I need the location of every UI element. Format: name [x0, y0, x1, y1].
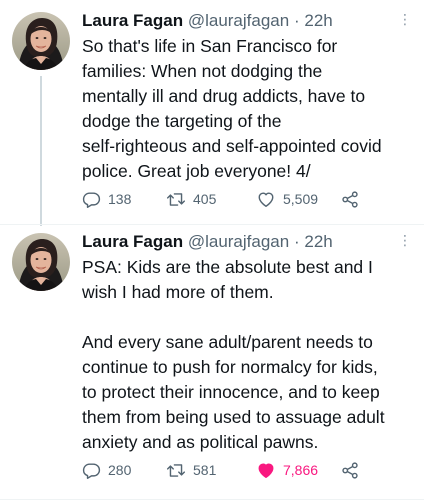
tweet[interactable]: ⋮ Laura Fagan @laurajfagan · 22h PSA: Ki…: [0, 225, 424, 500]
separator: ·: [293, 11, 300, 30]
reply-count: 280: [108, 462, 132, 478]
avatar[interactable]: [12, 12, 70, 70]
heart-icon: [258, 191, 274, 207]
share-icon: [342, 190, 358, 208]
tweet-text: PSA: Kids are the absolute best and I wi…: [82, 257, 385, 452]
timestamp[interactable]: 22h: [304, 11, 332, 30]
retweet-button[interactable]: 405: [166, 190, 216, 209]
like-button[interactable]: 5,509: [256, 190, 318, 209]
share-icon: [342, 461, 358, 479]
separator: ·: [293, 232, 300, 251]
author-name[interactable]: Laura Fagan: [82, 11, 183, 30]
retweet-button[interactable]: 581: [166, 461, 216, 480]
share-button[interactable]: [340, 461, 360, 480]
retweet-icon: [166, 463, 186, 477]
tweet-header: Laura Fagan @laurajfagan · 22h: [82, 10, 414, 32]
reply-icon: [82, 462, 101, 479]
tweet[interactable]: ⋮ Laura Fagan @laurajfagan · 22h So that…: [0, 0, 424, 226]
retweet-count: 581: [193, 462, 217, 478]
tweet-body: Laura Fagan @laurajfagan · 22h So that's…: [82, 10, 414, 184]
author-handle[interactable]: @laurajfagan: [188, 11, 289, 30]
like-button[interactable]: 7,866: [256, 461, 318, 480]
tweet-body: Laura Fagan @laurajfagan · 22h PSA: Kids…: [82, 231, 414, 455]
share-button[interactable]: [340, 190, 360, 209]
like-count: 5,509: [283, 191, 319, 207]
heart-icon: [258, 462, 274, 478]
thread-connector: [40, 76, 42, 226]
reply-icon: [82, 191, 101, 208]
author-name[interactable]: Laura Fagan: [82, 232, 183, 251]
avatar-image: [12, 233, 70, 291]
reply-button[interactable]: 280: [82, 461, 131, 480]
reply-count: 138: [108, 191, 132, 207]
avatar-image: [12, 12, 70, 70]
tweet-header: Laura Fagan @laurajfagan · 22h: [82, 231, 414, 253]
like-count: 7,866: [283, 462, 319, 478]
tweet-text: So that's life in San Francisco for fami…: [82, 36, 382, 181]
avatar[interactable]: [12, 233, 70, 291]
retweet-icon: [166, 192, 186, 206]
reply-button[interactable]: 138: [82, 190, 131, 209]
timestamp[interactable]: 22h: [304, 232, 332, 251]
retweet-count: 405: [193, 191, 217, 207]
author-handle[interactable]: @laurajfagan: [188, 232, 289, 251]
